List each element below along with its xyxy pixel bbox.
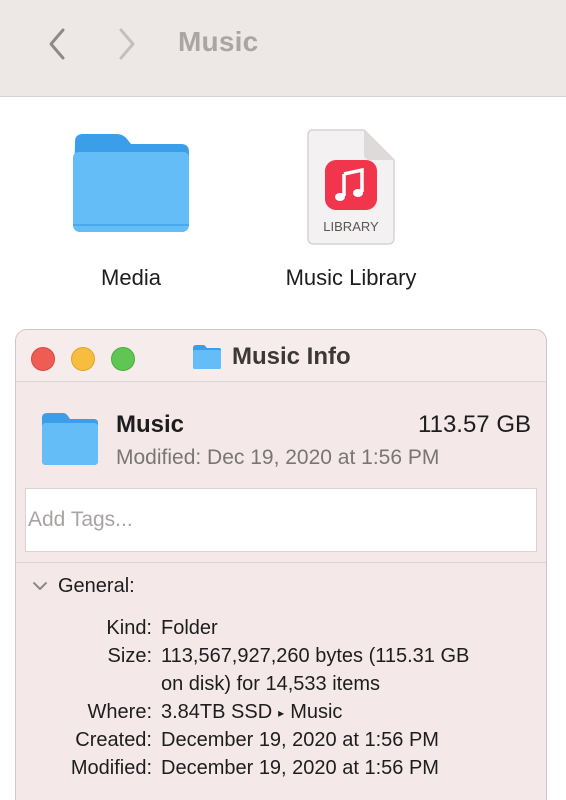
size-value-line2: on disk) for 14,533 items [161,673,380,695]
info-value: 3.84TB SSD ▸ Music [161,698,531,727]
zoom-button[interactable] [111,347,135,371]
folder-icon [73,134,189,232]
close-button[interactable] [31,347,55,371]
info-key: Created: [75,729,152,751]
file-item-music-library[interactable]: LIBRARY Music Library [251,128,451,308]
item-size: 113.57 GB [418,411,531,438]
chevron-left-icon [49,28,65,60]
info-key: Size: [107,645,152,667]
info-titlebar: Music Info [16,330,546,382]
info-value: December 19, 2020 at 1:56 PM [161,729,439,751]
item-name: Music [116,411,185,438]
finder-toolbar: Music [0,0,566,97]
general-section-toggle[interactable]: General: [32,572,135,600]
where-volume: 3.84TB SSD [161,701,273,723]
info-window-title: Music Info [232,343,351,370]
folder-icon [193,345,221,369]
info-value: 113,567,927,260 bytes (115.31 GB on disk… [161,642,531,698]
library-badge-label: LIBRARY [323,219,379,234]
file-item-media[interactable]: Media [31,128,231,308]
back-button[interactable] [42,24,72,64]
size-value-line1: 113,567,927,260 bytes (115.31 GB [161,645,470,667]
window-title: Music [178,26,259,57]
general-section-label: General: [58,574,135,597]
info-window: Music Info Music 113.57 GB Modified: Dec… [15,329,547,800]
info-key: Modified: [70,757,152,779]
file-name-music-library: Music Library [285,265,417,290]
chevron-down-icon [33,582,47,590]
info-key: Kind: [106,617,152,639]
forward-button[interactable] [112,24,142,64]
minimize-button[interactable] [71,347,95,371]
where-folder: Music [290,701,343,723]
info-key: Where: [87,701,152,723]
chevron-right-icon [119,28,135,60]
item-modified: Modified: Dec 19, 2020 at 1:56 PM [116,446,440,469]
file-name-media: Media [101,265,161,290]
path-arrow-icon: ▸ [278,705,285,720]
info-value: December 19, 2020 at 1:56 PM [161,757,439,779]
info-summary: Music 113.57 GB Modified: Dec 19, 2020 a… [16,383,546,483]
music-library-file-icon: LIBRARY [307,129,395,245]
tags-input[interactable] [25,488,537,552]
section-divider [16,562,546,563]
folder-icon [42,413,98,465]
info-value: Folder [161,617,218,639]
file-grid: Media LIBRARY Music Library [0,98,566,328]
